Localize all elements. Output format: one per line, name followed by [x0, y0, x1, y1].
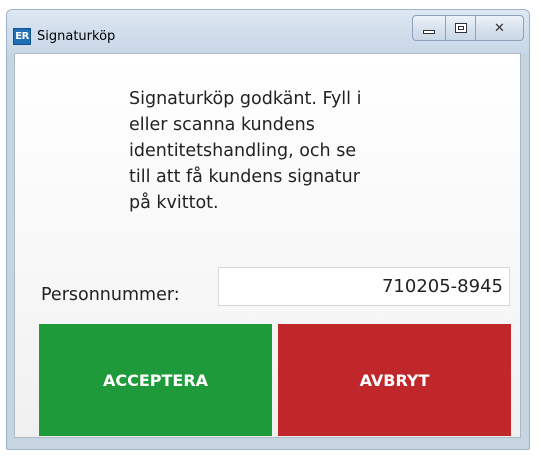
close-icon: ✕ — [494, 20, 505, 36]
minimize-icon — [423, 30, 435, 34]
accept-button[interactable]: ACCEPTERA — [39, 324, 272, 436]
instruction-message: Signaturköp godkänt. Fyll i eller scanna… — [129, 89, 362, 213]
personnummer-label: Personnummer: — [41, 285, 180, 305]
close-button[interactable]: ✕ — [476, 15, 524, 41]
app-icon: ER — [13, 28, 31, 45]
window-controls: ✕ — [412, 15, 524, 41]
cancel-button[interactable]: AVBRYT — [278, 324, 511, 436]
maximize-button[interactable] — [446, 15, 476, 41]
personnummer-input[interactable] — [218, 267, 510, 306]
minimize-button[interactable] — [412, 15, 446, 41]
title-bar[interactable]: ER Signaturköp ✕ — [7, 10, 529, 53]
maximize-icon — [454, 23, 467, 33]
dialog-content: Signaturköp godkänt. Fyll i eller scanna… — [14, 53, 521, 438]
dialog-window: ER Signaturköp ✕ Signaturköp godkänt. Fy… — [6, 9, 530, 450]
window-title: Signaturköp — [37, 29, 116, 44]
